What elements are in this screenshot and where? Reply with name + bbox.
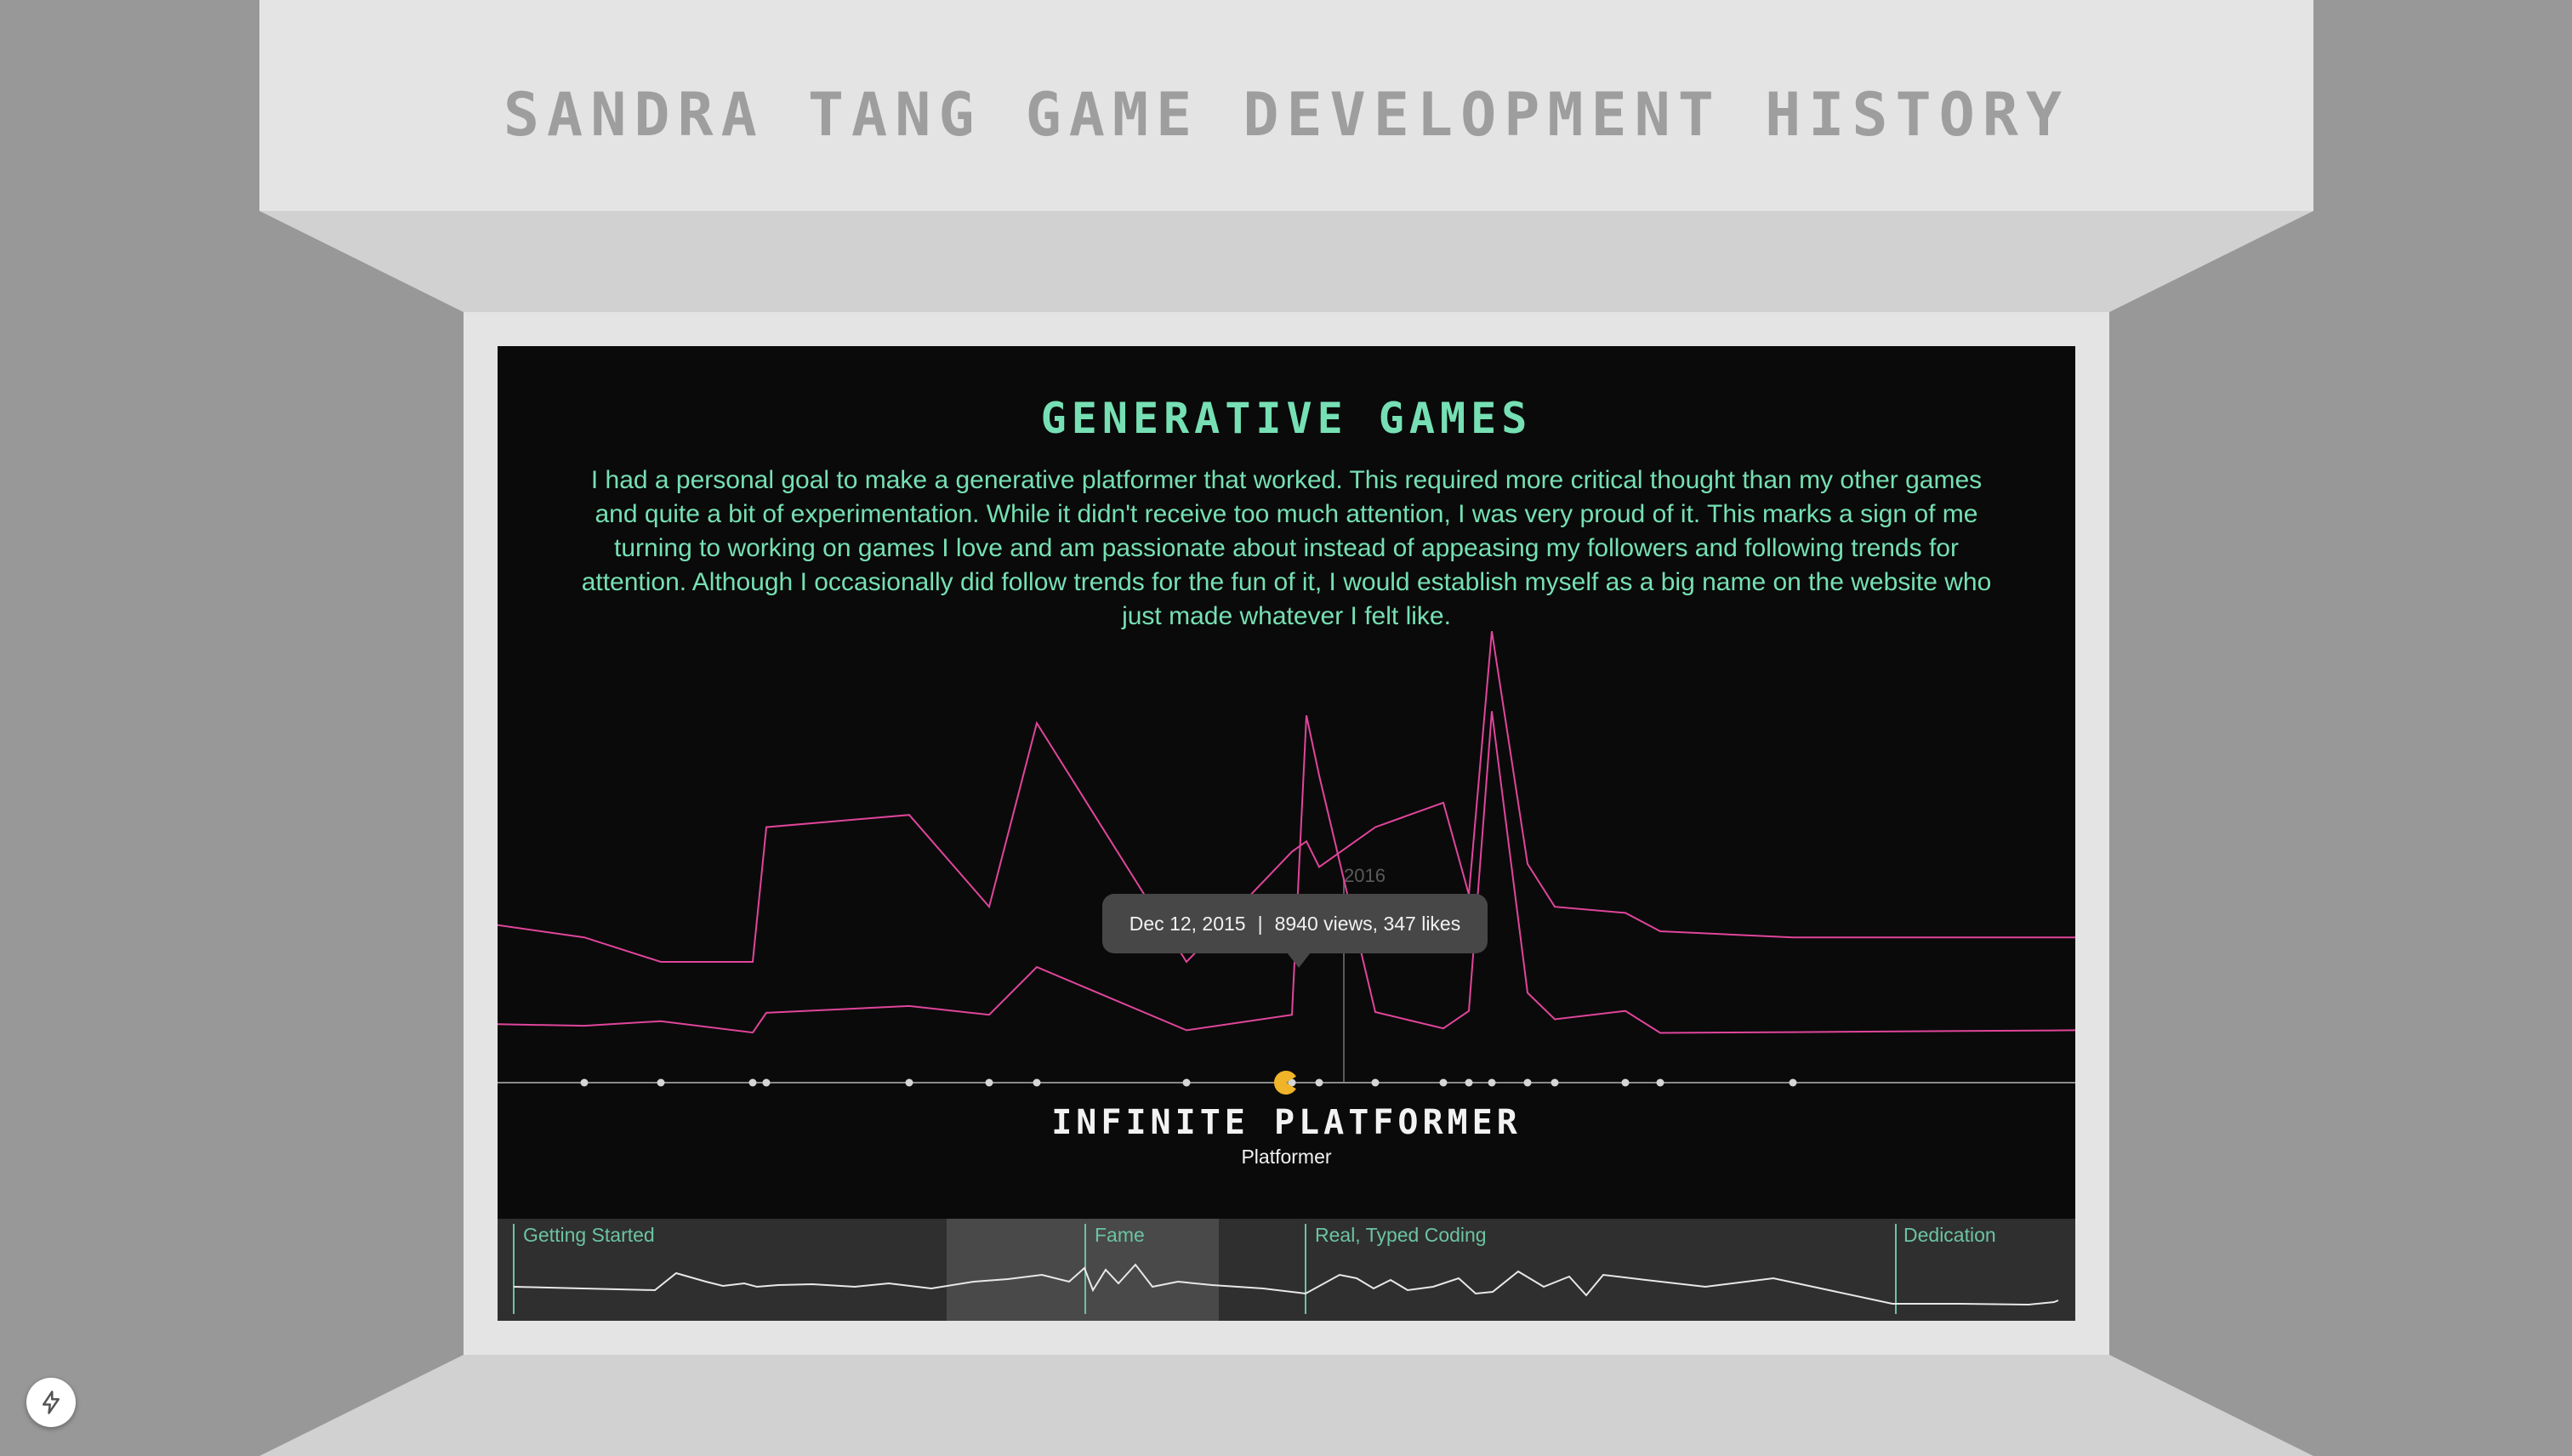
game-dot[interactable] (1182, 1078, 1191, 1087)
game-dot[interactable] (1523, 1078, 1532, 1087)
page-title: SANDRA TANG GAME DEVELOPMENT HISTORY (503, 80, 2070, 150)
phase-label-getting-started: Getting Started (523, 1224, 655, 1246)
series-line-views (498, 711, 2075, 1034)
dev-tools-button[interactable] (26, 1378, 76, 1427)
game-dot[interactable] (905, 1078, 913, 1087)
tooltip-stats: 8940 views, 347 likes (1274, 912, 1461, 935)
game-dot[interactable] (1789, 1078, 1797, 1087)
year-marker-label: 2016 (1344, 865, 1386, 886)
game-dot[interactable] (1621, 1078, 1630, 1087)
game-dot[interactable] (748, 1078, 757, 1087)
tooltip-date: Dec 12, 2015 (1129, 912, 1246, 935)
timeline-overview[interactable]: Getting Started Fame Real, Typed Coding … (498, 1219, 2075, 1321)
ceiling-slope (259, 211, 2313, 312)
arcade-screen: GENERATIVE GAMES I had a personal goal t… (498, 346, 2075, 1321)
data-tooltip: Dec 12, 2015 | 8940 views, 347 likes (1102, 894, 1488, 953)
views-likes-timeline-chart[interactable]: 2016 (498, 346, 2075, 1219)
game-dot[interactable] (1033, 1078, 1041, 1087)
game-dot[interactable] (657, 1078, 665, 1087)
phase-label-fame: Fame (1095, 1224, 1145, 1246)
game-dot[interactable] (1488, 1078, 1496, 1087)
game-genre: Platformer (1241, 1146, 1332, 1168)
series-layer (498, 631, 2075, 1034)
game-dot[interactable] (1465, 1078, 1473, 1087)
game-dot[interactable] (985, 1078, 993, 1087)
overview-sparkline-path (513, 1263, 2059, 1306)
game-dot[interactable] (1551, 1078, 1559, 1087)
game-dot[interactable] (1315, 1078, 1323, 1087)
lightning-icon (43, 1391, 60, 1414)
game-dot[interactable] (580, 1078, 589, 1087)
game-dot[interactable] (1371, 1078, 1380, 1087)
game-title: INFINITE PLATFORMER (1051, 1103, 1522, 1142)
floor-slope (259, 1355, 2313, 1456)
phase-label-dedication: Dedication (1903, 1224, 1996, 1246)
phase-label-real-typed-coding: Real, Typed Coding (1315, 1224, 1487, 1246)
tooltip-separator: | (1257, 912, 1263, 935)
tooltip-arrow (1287, 953, 1311, 968)
game-dot[interactable] (762, 1078, 771, 1087)
game-dot[interactable] (1656, 1078, 1664, 1087)
game-dot[interactable] (1439, 1078, 1448, 1087)
overview-sparkline (513, 1224, 2059, 1314)
